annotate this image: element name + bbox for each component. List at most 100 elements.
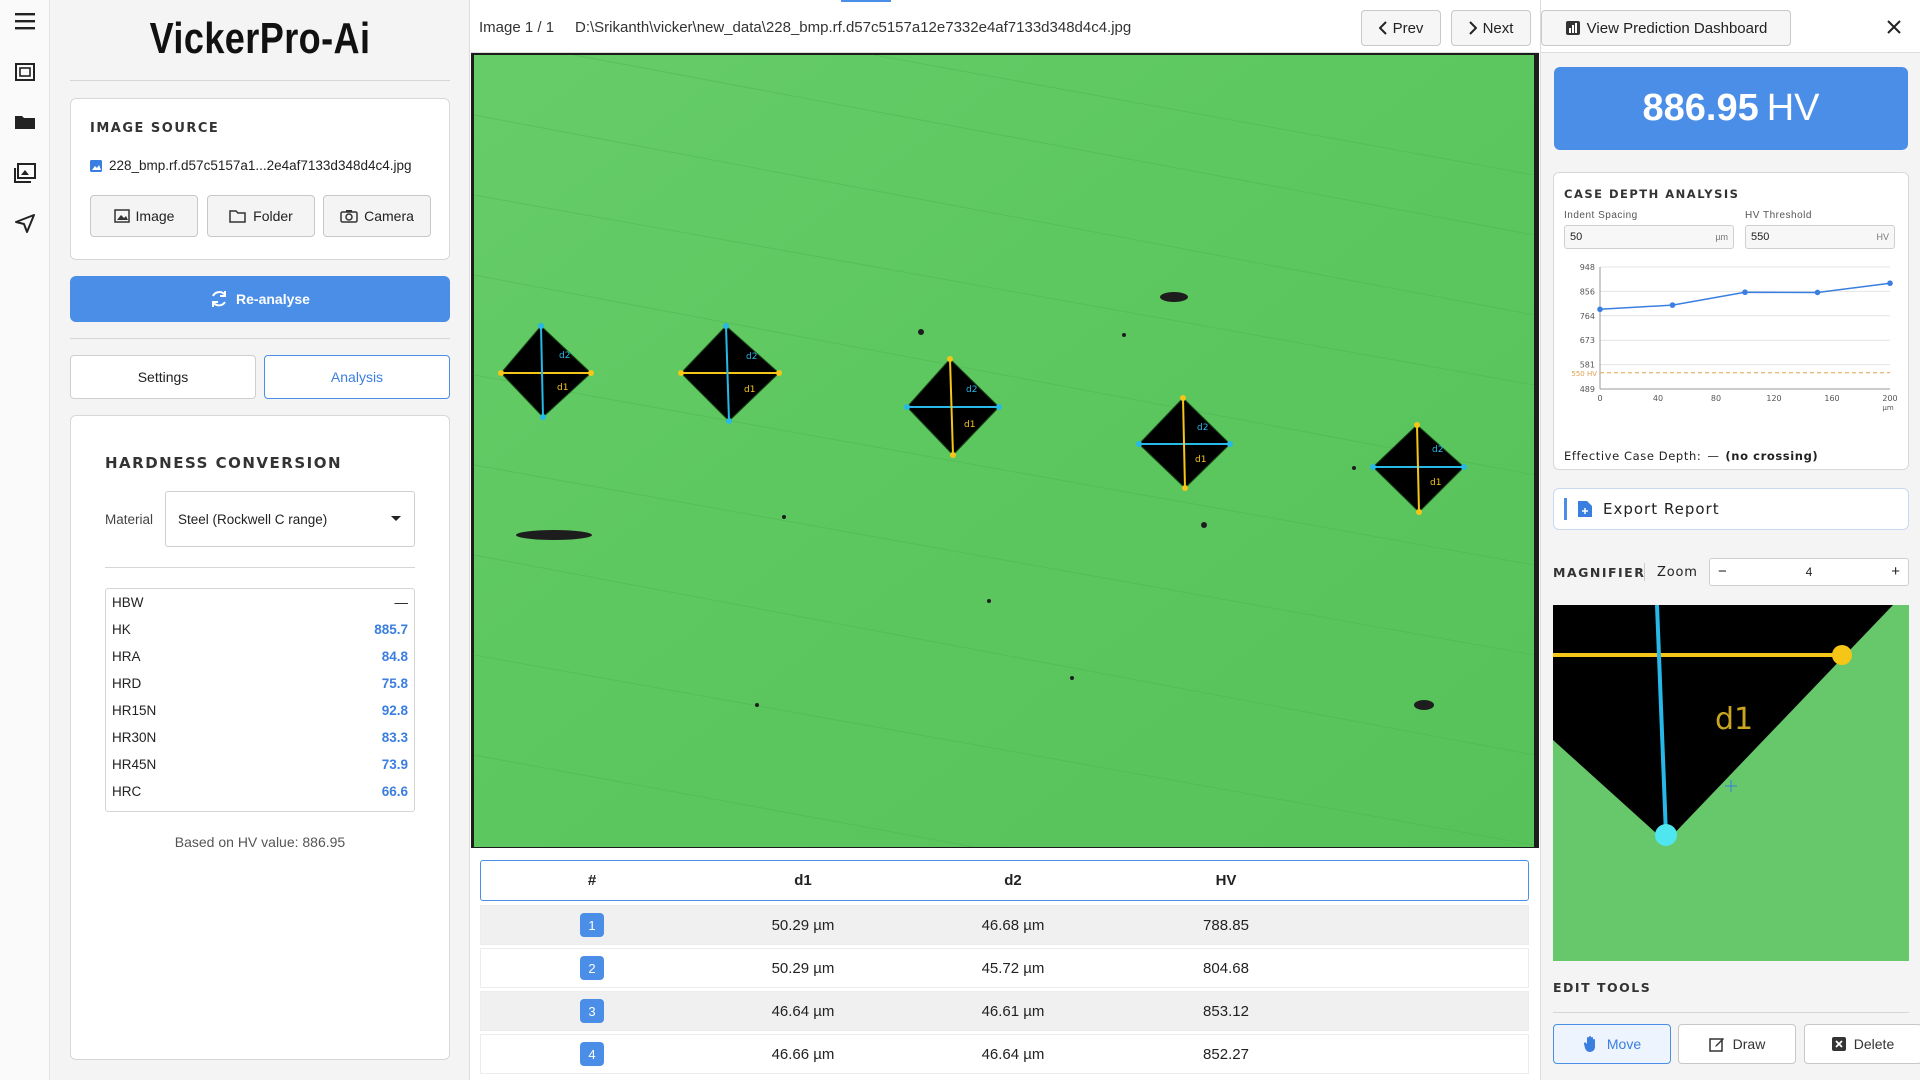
zoom-value: 4 <box>1805 565 1813 579</box>
move-tool-label: Move <box>1606 1036 1642 1052</box>
conversion-row: HBW — <box>112 589 408 616</box>
divider <box>70 80 450 81</box>
magnifier-heading: MAGNIFIER <box>1553 565 1646 580</box>
conversion-value: — <box>394 595 409 610</box>
zoom-stepper[interactable]: − 4 + <box>1709 558 1909 586</box>
view-dashboard-button[interactable]: View Prediction Dashboard <box>1541 10 1791 46</box>
send-icon[interactable] <box>13 211 37 235</box>
conversion-name: HK <box>112 622 131 637</box>
conversion-row: HR15N 92.8 <box>112 697 408 724</box>
tab-settings[interactable]: Settings <box>70 355 256 399</box>
refresh-icon <box>212 291 227 307</box>
data-point <box>1887 280 1893 287</box>
hv-cell: 853.12 <box>1203 1002 1249 1020</box>
magnifier-view: d1 <box>1553 605 1909 961</box>
conversion-value: 66.6 <box>381 784 408 799</box>
hv-result-value: 886.95 <box>1642 87 1759 129</box>
x-unit-label: µm <box>1882 404 1893 412</box>
load-image-button[interactable]: Image <box>90 195 198 237</box>
d1-cell: 46.64 µm <box>771 1002 835 1020</box>
conversion-list: HBW — HK 885.7 HRA 84.8 HRD 75.8 HR15N 92.8 H… <box>105 588 415 812</box>
image-source-heading: IMAGE SOURCE <box>90 121 220 136</box>
magnifier-d1-label: d1 <box>1715 702 1753 737</box>
selected-file: 228_bmp.rf.d57c5157a1...2e4af7133d348d4c… <box>90 158 412 173</box>
d1-label: d1 <box>744 385 755 395</box>
reanalyse-label: Re-analyse <box>236 291 310 307</box>
image-path: D:\Srikanth\vicker\new_data\228_bmp.rf.d… <box>575 19 1132 36</box>
table-row[interactable]: 3 46.64 µm 46.61 µm 853.12 <box>480 991 1529 1031</box>
camera-label: Camera <box>364 208 414 224</box>
d2-cell: 46.68 µm <box>981 916 1045 934</box>
reanalyse-button[interactable]: Re-analyse <box>70 276 450 322</box>
menu-icon[interactable] <box>13 9 37 33</box>
next-button[interactable]: Next <box>1451 10 1531 46</box>
row-number-badge: 2 <box>580 956 604 980</box>
series-line <box>1599 282 1891 311</box>
load-folder-button[interactable]: Folder <box>207 195 315 237</box>
hv-threshold-input[interactable]: 550 HV <box>1745 225 1895 249</box>
threshold-label: 550 HV <box>1571 370 1597 378</box>
hv-cell: 804.68 <box>1203 959 1249 977</box>
data-point <box>1669 302 1676 308</box>
data-point <box>1597 306 1603 313</box>
case-depth-heading: CASE DEPTH ANALYSIS <box>1564 187 1740 201</box>
close-icon[interactable] <box>1881 14 1907 40</box>
conversion-name: HR30N <box>112 730 157 745</box>
d1-label: d1 <box>964 420 975 430</box>
document-export-icon <box>1578 501 1592 517</box>
x-tick-label: 80 <box>1711 394 1721 403</box>
effective-case-depth-label: Effective Case Depth: <box>1564 449 1702 463</box>
d2-cell: 46.64 µm <box>981 1045 1045 1063</box>
conversion-name: HRD <box>112 676 142 691</box>
next-label: Next <box>1482 19 1514 37</box>
row-number-badge: 4 <box>580 1042 604 1066</box>
table-row[interactable]: 4 46.66 µm 46.64 µm 852.27 <box>480 1034 1529 1074</box>
viewer-toolbar: Image 1 / 1 D:\Srikanth\vicker\new_data\… <box>471 0 1539 53</box>
hv-threshold-value: 550 <box>1751 231 1770 243</box>
image-viewer: Image 1 / 1 D:\Srikanth\vicker\new_data\… <box>471 0 1539 1080</box>
tab-analysis[interactable]: Analysis <box>264 355 450 399</box>
delete-box-icon <box>1831 1037 1846 1051</box>
d2-label: d2 <box>1197 423 1208 433</box>
specimen-image[interactable]: d1 d2 d1 d2 d1 d2 d1 d2 d1 d2 <box>471 53 1539 848</box>
image-counter: Image 1 / 1 <box>479 19 555 36</box>
y-tick-label: 948 <box>1580 263 1595 272</box>
folder-icon[interactable] <box>13 110 37 134</box>
right-panel: View Prediction Dashboard 886.95 HV CASE… <box>1540 0 1920 1080</box>
app-logo: VickerPro-Ai <box>149 14 371 63</box>
bar-chart-icon <box>1565 21 1580 35</box>
specimen-canvas[interactable]: d1 d2 d1 d2 d1 d2 d1 d2 d1 d2 <box>474 55 1534 847</box>
x-tick-label: 200 <box>1882 394 1897 403</box>
y-tick-label: 856 <box>1580 287 1595 296</box>
prev-button[interactable]: Prev <box>1361 10 1441 46</box>
x-tick-label: 40 <box>1653 394 1663 403</box>
export-report-button[interactable]: Export Report <box>1553 488 1909 530</box>
draw-tool-button[interactable]: Draw <box>1678 1024 1796 1064</box>
camera-button[interactable]: Camera <box>323 195 431 237</box>
material-select[interactable]: Steel (Rockwell C range) <box>165 491 415 547</box>
hv-cell: 852.27 <box>1203 1045 1249 1063</box>
table-row[interactable]: 1 50.29 µm 46.68 µm 788.85 <box>480 905 1529 945</box>
hv-threshold-label: HV Threshold <box>1745 210 1812 221</box>
y-tick-label: 489 <box>1580 385 1595 394</box>
image-frame-icon[interactable] <box>13 60 37 84</box>
d1-cell: 50.29 µm <box>771 959 835 977</box>
zoom-increase-button[interactable]: + <box>1891 563 1900 580</box>
chevron-down-icon <box>391 516 401 521</box>
effective-case-depth: Effective Case Depth: — (no crossing) <box>1564 449 1818 463</box>
delete-tool-button[interactable]: Delete <box>1804 1024 1920 1064</box>
table-row[interactable]: 2 50.29 µm 45.72 µm 804.68 <box>480 948 1529 988</box>
conversion-value: 83.3 <box>381 730 408 745</box>
conversion-value: 885.7 <box>374 622 408 637</box>
data-point <box>1814 289 1821 296</box>
hv-result-unit: HV <box>1766 87 1820 129</box>
column-header-d2: d2 <box>1004 872 1022 889</box>
column-header-hv: HV <box>1215 872 1237 889</box>
move-tool-button[interactable]: Move <box>1553 1024 1671 1064</box>
progress-indicator <box>841 0 891 2</box>
divider <box>70 338 450 339</box>
indent-spacing-input[interactable]: 50 µm <box>1564 225 1734 249</box>
gallery-icon[interactable] <box>13 161 37 185</box>
conversion-name: HR45N <box>112 757 157 772</box>
conversion-name: HBW <box>112 595 144 610</box>
